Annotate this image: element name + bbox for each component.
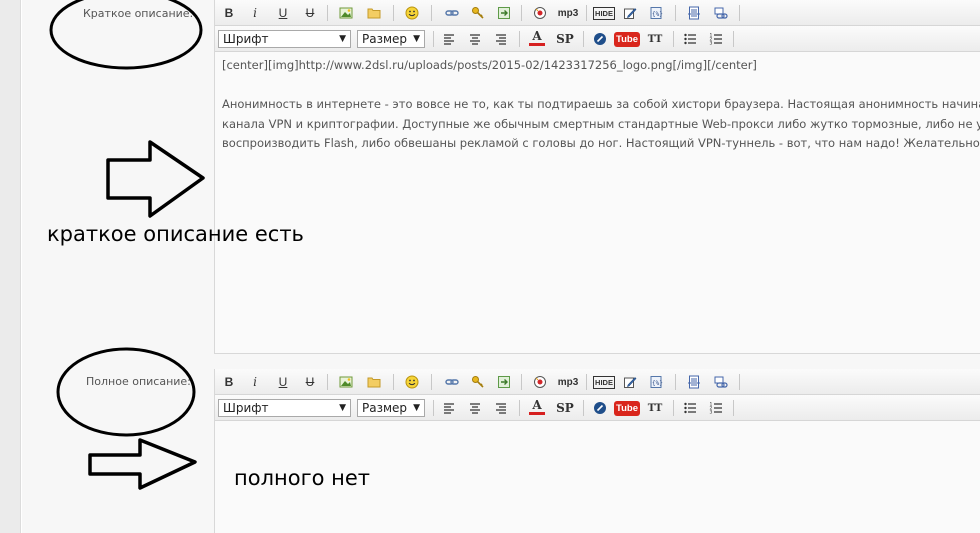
arrow-annotation-short xyxy=(106,140,205,218)
circle-annotation-short xyxy=(49,0,203,70)
annotation-text-full: полного нет xyxy=(234,466,371,490)
circle-annotation-full xyxy=(56,347,196,437)
annotation-overlay xyxy=(49,0,205,490)
arrow-annotation-full xyxy=(88,438,197,490)
annotation-text-short: краткое описание есть xyxy=(47,222,304,246)
